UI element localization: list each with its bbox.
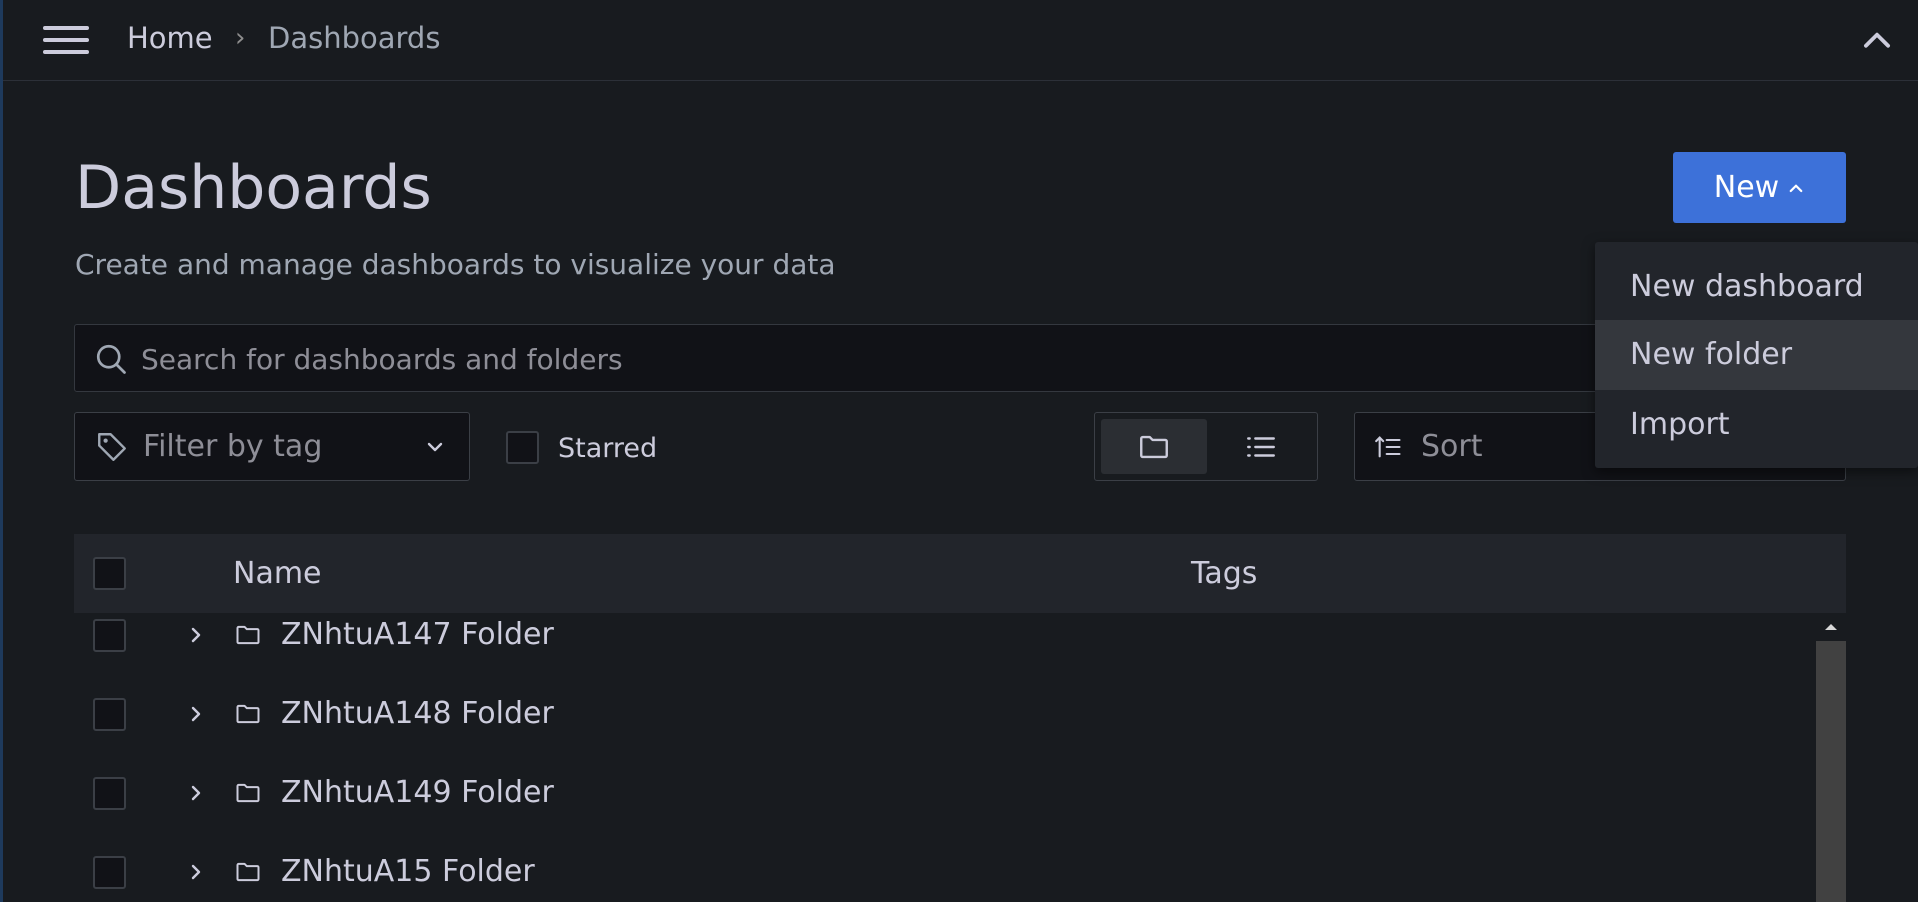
chevron-up-icon[interactable] <box>1858 22 1896 60</box>
menu-item-new-folder[interactable]: New folder <box>1595 320 1918 390</box>
search-bar <box>74 324 1846 393</box>
row-checkbox[interactable] <box>93 856 126 889</box>
table-header: Name Tags <box>74 534 1846 613</box>
breadcrumb-separator: › <box>235 23 246 53</box>
starred-checkbox[interactable] <box>506 431 539 464</box>
row-name-link[interactable]: ZNhtuA149 Folder <box>281 773 554 813</box>
chevron-right-icon[interactable] <box>184 702 208 726</box>
tag-filter-select[interactable]: Filter by tag <box>74 412 470 481</box>
search-input[interactable] <box>139 325 1643 393</box>
table-scrollbar[interactable] <box>1816 613 1846 902</box>
menu-item-new-dashboard[interactable]: New dashboard <box>1595 252 1918 322</box>
table-row[interactable]: ZNhtuA148 Folder <box>74 692 1814 771</box>
chevron-right-icon[interactable] <box>184 781 208 805</box>
chevron-up-icon <box>1789 184 1803 192</box>
row-name-link[interactable]: ZNhtuA15 Folder <box>281 852 535 892</box>
left-edge-accent <box>0 0 3 902</box>
chevron-right-icon[interactable] <box>184 623 208 647</box>
row-checkbox[interactable] <box>93 698 126 731</box>
menu-item-import[interactable]: Import <box>1595 390 1918 460</box>
folder-icon <box>236 783 260 803</box>
chevron-down-icon <box>427 442 443 452</box>
list-icon <box>1247 436 1275 457</box>
scroll-up-button[interactable] <box>1816 613 1846 641</box>
breadcrumb-current: Dashboards <box>268 21 441 55</box>
page-subtitle: Create and manage dashboards to visualiz… <box>75 248 836 281</box>
triangle-up-icon <box>1825 624 1837 630</box>
new-button-label: New <box>1713 170 1780 205</box>
folder-icon <box>1140 435 1168 458</box>
new-dropdown-menu: New dashboard New folder Import <box>1595 242 1918 468</box>
row-checkbox[interactable] <box>93 777 126 810</box>
starred-label[interactable]: Starred <box>558 429 657 469</box>
chevron-right-icon[interactable] <box>184 860 208 884</box>
select-all-checkbox[interactable] <box>93 557 126 590</box>
folder-icon <box>236 704 260 724</box>
table-row[interactable]: ZNhtuA15 Folder <box>74 850 1814 902</box>
hamburger-menu-icon[interactable] <box>43 24 89 56</box>
folder-icon <box>236 862 260 882</box>
row-checkbox[interactable] <box>93 619 126 652</box>
column-header-name[interactable]: Name <box>233 554 322 594</box>
row-name-link[interactable]: ZNhtuA148 Folder <box>281 694 554 734</box>
top-bar: Home › Dashboards <box>3 0 1918 81</box>
folder-icon <box>236 625 260 645</box>
list-view-button[interactable] <box>1209 419 1313 474</box>
table-row[interactable]: ZNhtuA149 Folder <box>74 771 1814 850</box>
page-title: Dashboards <box>75 153 432 223</box>
table-row[interactable]: ZNhtuA147 Folder <box>74 613 1814 692</box>
new-button[interactable]: New <box>1673 152 1846 223</box>
column-header-tags: Tags <box>1191 556 1258 591</box>
search-icon <box>96 344 126 374</box>
row-name-link[interactable]: ZNhtuA147 Folder <box>281 615 554 655</box>
folder-view-button[interactable] <box>1101 419 1207 474</box>
breadcrumb-home[interactable]: Home <box>127 18 213 58</box>
view-mode-toggle <box>1094 412 1318 481</box>
sort-ascending-icon <box>1375 436 1401 458</box>
table-body: ZNhtuA147 Folder ZNhtuA148 Folder ZNhtuA… <box>74 613 1846 902</box>
tag-icon <box>98 433 126 461</box>
tag-filter-placeholder: Filter by tag <box>143 429 323 464</box>
sort-placeholder: Sort <box>1421 429 1483 464</box>
